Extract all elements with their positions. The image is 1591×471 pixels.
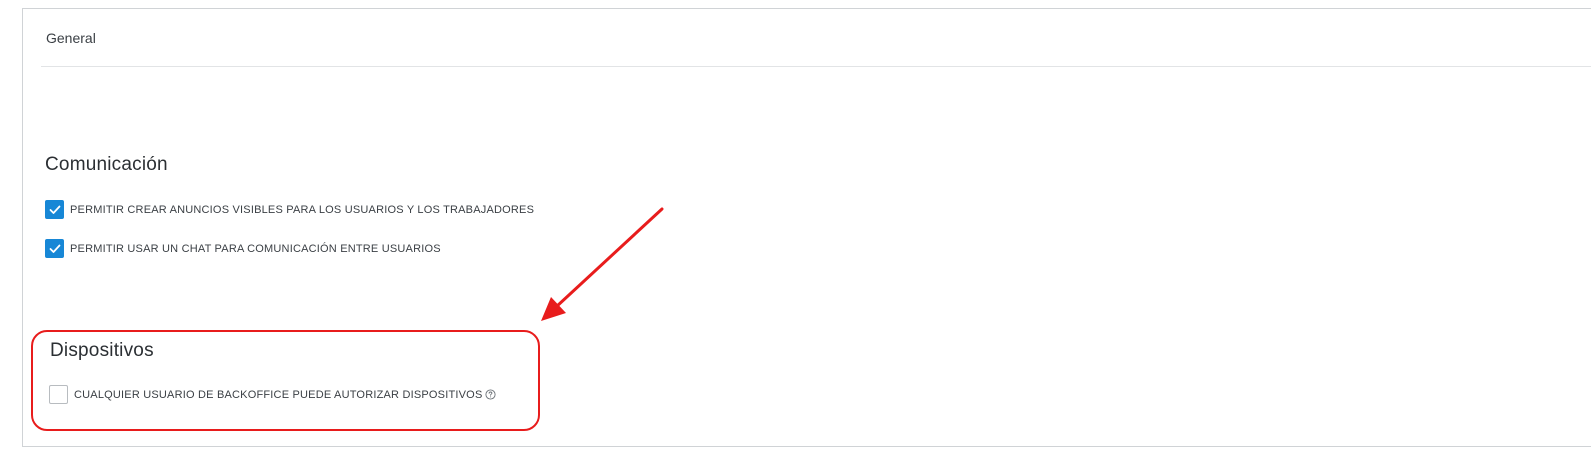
checkmark-icon	[49, 205, 60, 214]
annotation-highlight-box	[31, 330, 540, 431]
option-chat[interactable]: PERMITIR USAR UN CHAT PARA COMUNICACIÓN …	[45, 239, 441, 258]
section-title-communication: Comunicación	[45, 154, 168, 175]
panel-header-title: General	[46, 30, 96, 46]
header-divider	[41, 66, 1591, 67]
option-announcements[interactable]: PERMITIR CREAR ANUNCIOS VISIBLES PARA LO…	[45, 200, 534, 219]
checkmark-icon	[49, 244, 60, 253]
announcements-checkbox[interactable]	[45, 200, 64, 219]
announcements-label[interactable]: PERMITIR CREAR ANUNCIOS VISIBLES PARA LO…	[70, 204, 534, 216]
chat-checkbox[interactable]	[45, 239, 64, 258]
chat-label[interactable]: PERMITIR USAR UN CHAT PARA COMUNICACIÓN …	[70, 243, 441, 255]
